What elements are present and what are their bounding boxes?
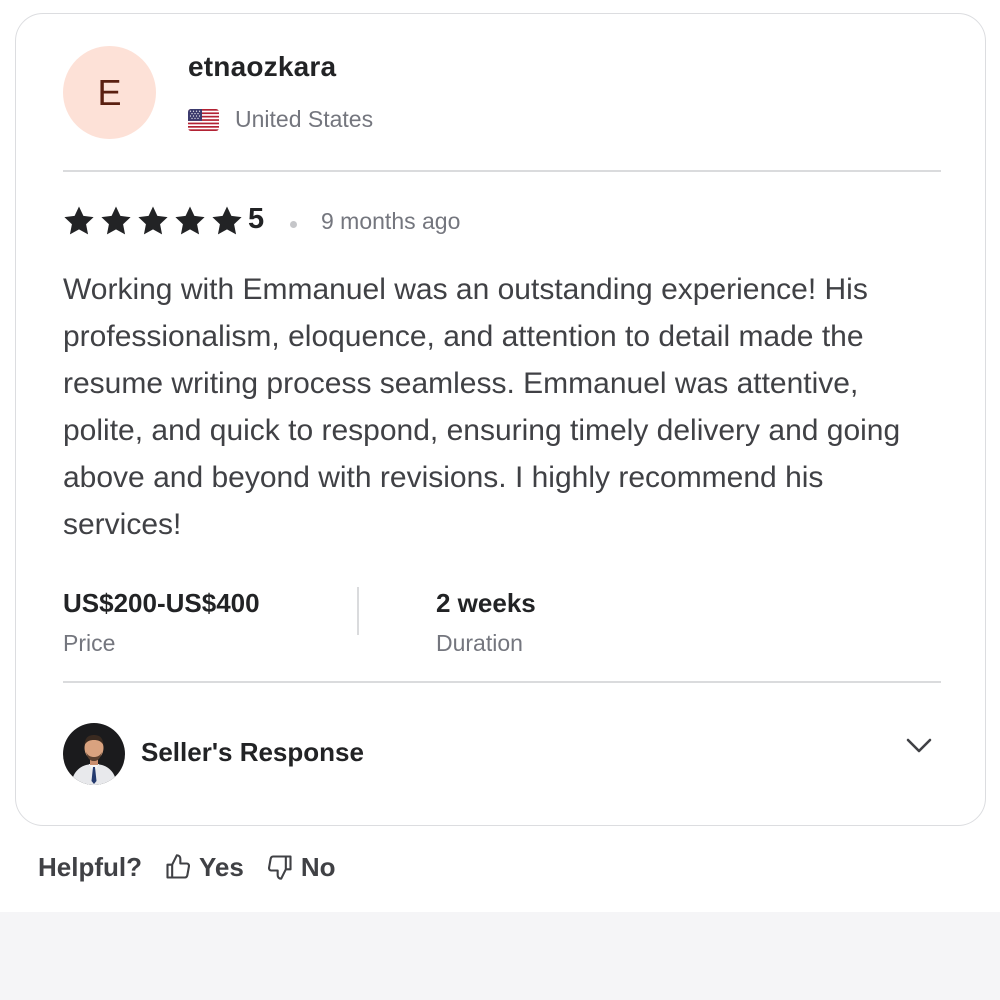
seller-response-title[interactable]: Seller's Response — [141, 737, 364, 768]
page: E etnaozkara United States 5 9 months ag… — [0, 0, 1000, 1000]
helpful-row: Helpful? Yes No — [38, 850, 358, 884]
seller-avatar — [63, 723, 125, 785]
star-rating — [62, 204, 244, 238]
star-icon — [212, 206, 242, 235]
no-label: No — [300, 851, 336, 882]
rating-value: 5 — [248, 203, 265, 235]
review-text: Working with Emmanuel was an outstanding… — [63, 273, 901, 541]
duration-value: 2 weeks — [436, 588, 536, 618]
price-label: Price — [63, 630, 116, 656]
star-icon — [64, 206, 94, 235]
star-icon — [175, 206, 205, 235]
separator-dot — [290, 221, 297, 228]
reviewer-initial: E — [97, 71, 122, 113]
response-divider — [63, 681, 941, 683]
helpful-yes-button[interactable]: Yes — [164, 852, 244, 883]
duration-label: Duration — [436, 630, 523, 656]
reviewer-username[interactable]: etnaozkara — [188, 51, 336, 83]
us-flag-icon — [188, 109, 219, 131]
chevron-down-icon[interactable] — [904, 734, 934, 758]
review-time-ago: 9 months ago — [321, 208, 461, 234]
details-divider — [357, 587, 359, 635]
reviewer-country: United States — [235, 106, 374, 132]
star-icon — [138, 206, 168, 235]
thumbs-up-icon — [166, 854, 191, 879]
review-card: E etnaozkara United States 5 9 months ag… — [15, 13, 986, 826]
price-value: US$200-US$400 — [63, 588, 260, 618]
page-footer-background — [0, 912, 1000, 1000]
reviewer-avatar[interactable]: E — [63, 46, 156, 139]
yes-label: Yes — [199, 851, 244, 882]
header-divider — [63, 170, 941, 172]
star-icon — [101, 206, 131, 235]
helpful-no-button[interactable]: No — [266, 852, 336, 883]
helpful-label: Helpful? — [38, 851, 142, 882]
thumbs-down-icon — [267, 855, 292, 880]
